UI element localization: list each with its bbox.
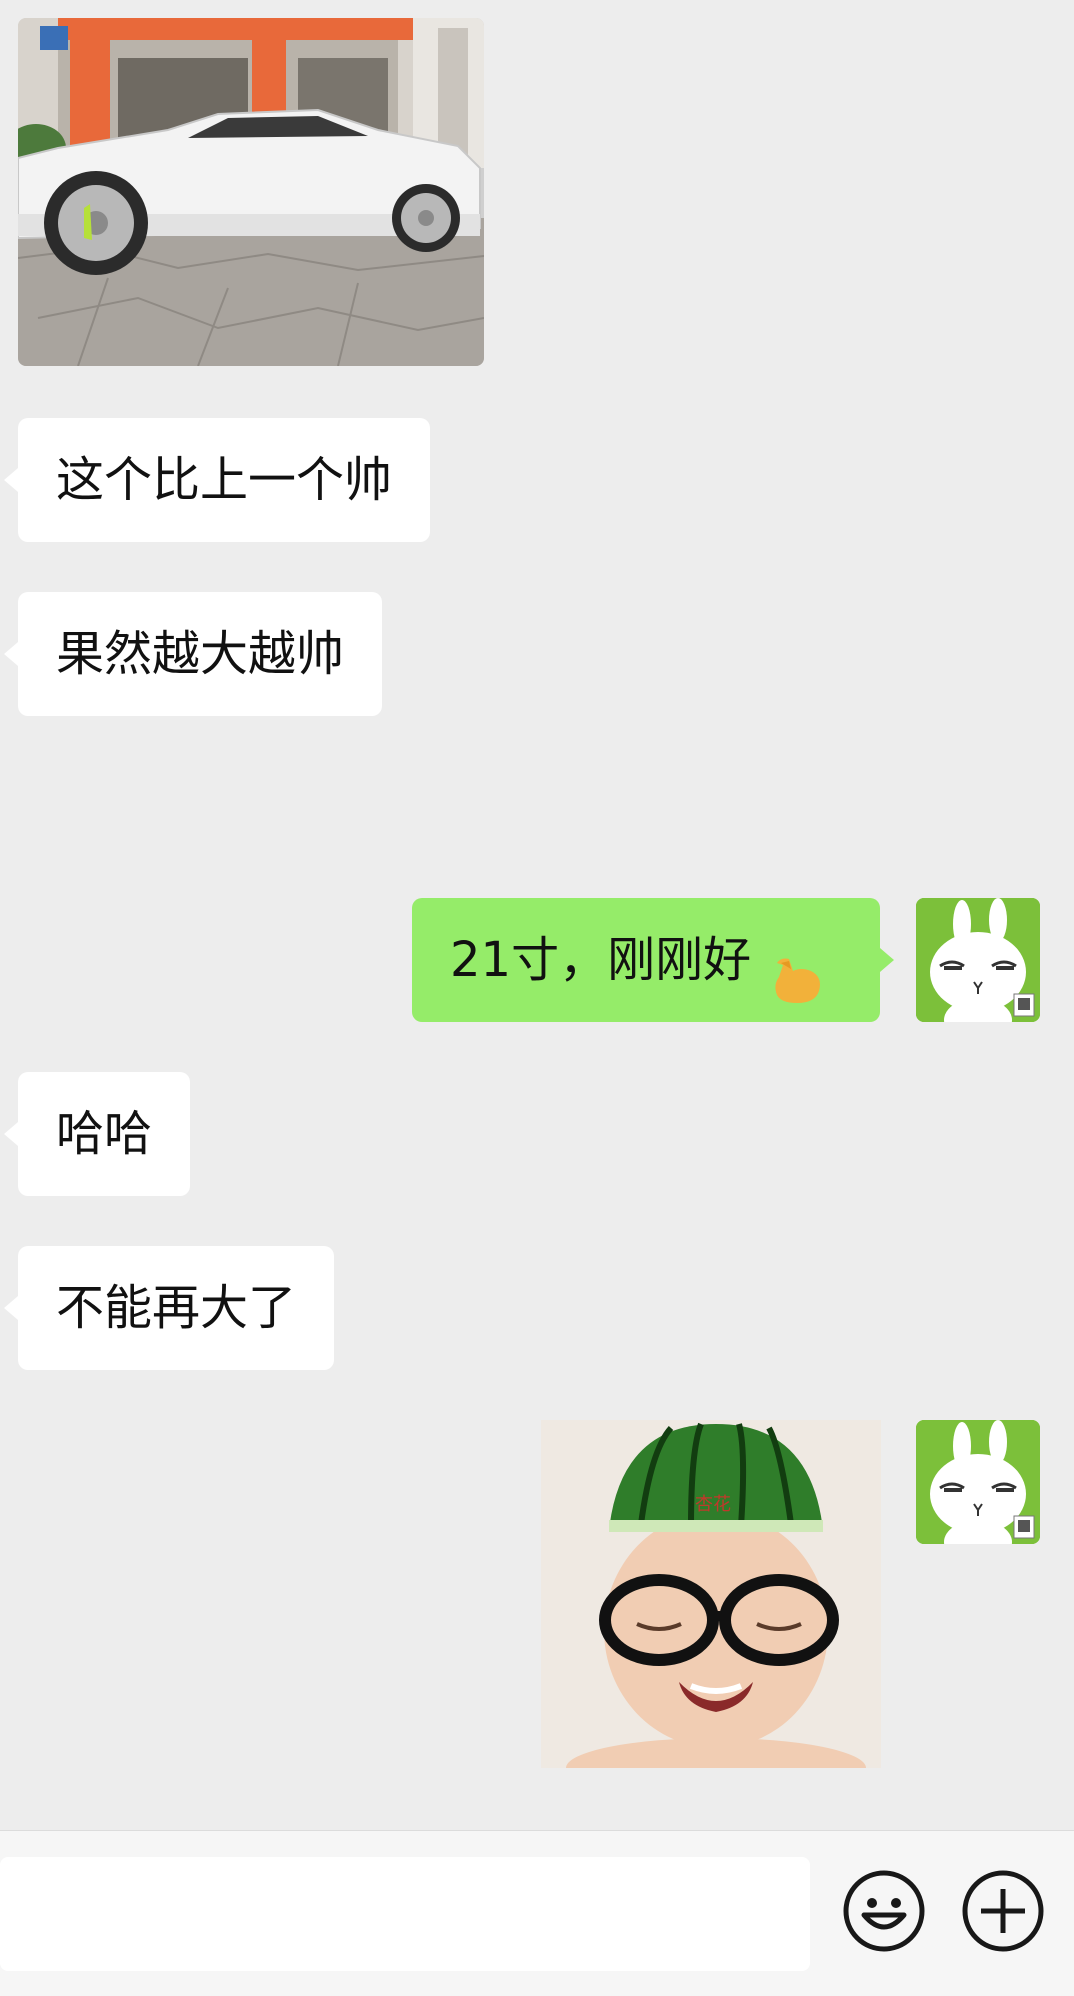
flexed-biceps-icon bbox=[767, 933, 827, 1003]
smiley-face-icon bbox=[843, 1870, 925, 1952]
rabbit-avatar-icon bbox=[916, 1420, 1040, 1544]
message-input-bar bbox=[0, 1830, 1074, 1996]
message-text: 21寸，刚刚好 bbox=[450, 932, 752, 988]
emoji-button[interactable] bbox=[842, 1869, 926, 1953]
more-button[interactable] bbox=[961, 1869, 1045, 1953]
user-avatar[interactable] bbox=[916, 1420, 1040, 1544]
car-photo-message[interactable] bbox=[18, 18, 484, 366]
sticker-message[interactable]: 杏花 bbox=[541, 1420, 881, 1768]
watermelon-baby-sticker: 杏花 bbox=[541, 1420, 881, 1768]
chat-area: 这个比上一个帅 果然越大越帅 21寸，刚刚好 哈哈 不能再大了 杏花 bbox=[0, 0, 1074, 1830]
message-text: 不能再大了 bbox=[56, 1280, 297, 1336]
rabbit-avatar-icon bbox=[916, 898, 1040, 1022]
incoming-message[interactable]: 这个比上一个帅 bbox=[3, 418, 431, 542]
outgoing-message[interactable]: 21寸，刚刚好 bbox=[412, 898, 894, 1022]
message-text: 果然越大越帅 bbox=[56, 626, 345, 682]
message-text: 哈哈 bbox=[56, 1106, 153, 1162]
incoming-message[interactable]: 果然越大越帅 bbox=[3, 592, 383, 716]
incoming-message[interactable]: 哈哈 bbox=[3, 1072, 191, 1196]
message-input[interactable] bbox=[0, 1857, 810, 1971]
car-photo-illustration bbox=[18, 18, 484, 366]
hat-stamp-text: 杏花 bbox=[695, 1494, 731, 1515]
plus-circle-icon bbox=[962, 1870, 1044, 1952]
user-avatar[interactable] bbox=[916, 898, 1040, 1022]
message-text: 这个比上一个帅 bbox=[56, 452, 393, 508]
incoming-message[interactable]: 不能再大了 bbox=[3, 1246, 335, 1370]
